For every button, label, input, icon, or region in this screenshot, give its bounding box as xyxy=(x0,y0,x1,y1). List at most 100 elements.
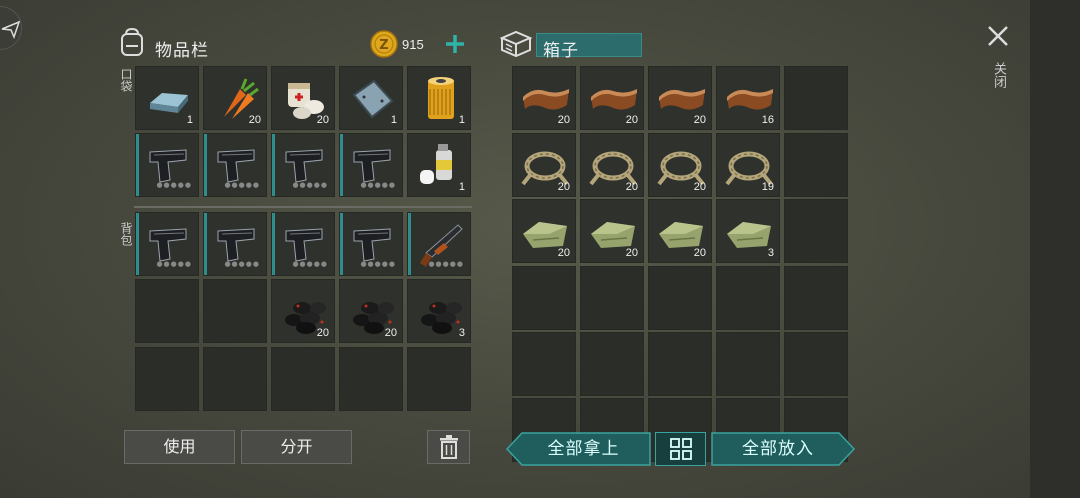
box-slot[interactable] xyxy=(512,332,576,396)
slot-accent xyxy=(340,213,343,275)
split-button[interactable]: 分开 xyxy=(241,430,352,464)
pocket-slot[interactable]: 1 xyxy=(135,66,199,130)
backpack-slot[interactable] xyxy=(135,347,199,411)
backpack-slot[interactable] xyxy=(203,279,267,343)
box-slot[interactable]: 20 xyxy=(580,199,644,263)
pocket-slot[interactable]: ●●●●● xyxy=(339,133,403,197)
box-slot[interactable]: 3 xyxy=(716,199,780,263)
backpack-label: 背包 xyxy=(119,222,133,246)
backpack-slot[interactable] xyxy=(339,347,403,411)
backpack-slot[interactable] xyxy=(203,347,267,411)
box-slot[interactable] xyxy=(716,332,780,396)
box-slot[interactable] xyxy=(580,266,644,330)
item-quantity: 1 xyxy=(186,114,193,126)
backpack-slot[interactable]: 20 xyxy=(271,279,335,343)
box-icon xyxy=(499,30,533,58)
backpack-slot[interactable]: 3 xyxy=(407,279,471,343)
item-quantity: 20 xyxy=(384,327,397,339)
durability-dots: ●●●●● xyxy=(156,181,192,189)
backpack-slot[interactable]: 20 xyxy=(339,279,403,343)
slot-accent xyxy=(204,134,207,196)
backpack-slot[interactable]: ●●●●● xyxy=(271,212,335,276)
item-quantity: 16 xyxy=(761,114,774,126)
box-slot[interactable] xyxy=(580,332,644,396)
durability-dots: ●●●●● xyxy=(360,181,396,189)
item-quantity: 20 xyxy=(557,181,570,193)
backpack-slot[interactable]: ●●●●● xyxy=(339,212,403,276)
discard-button[interactable] xyxy=(427,430,470,464)
backpack-slot[interactable] xyxy=(135,279,199,343)
slot-accent xyxy=(136,213,139,275)
item-quantity: 20 xyxy=(557,114,570,126)
svg-text:Z: Z xyxy=(379,38,388,53)
item-quantity: 20 xyxy=(248,114,261,126)
box-slot[interactable]: 19 xyxy=(716,133,780,197)
box-slot[interactable] xyxy=(716,266,780,330)
box-slot[interactable]: 20 xyxy=(648,199,712,263)
item-quantity: 20 xyxy=(316,327,329,339)
pocket-slot[interactable]: ●●●●● xyxy=(271,133,335,197)
pocket-slot[interactable]: 1 xyxy=(407,133,471,197)
backpack-slot[interactable]: ●●●●● xyxy=(135,212,199,276)
item-quantity: 20 xyxy=(557,247,570,259)
pocket-slot[interactable]: 20 xyxy=(271,66,335,130)
item-quantity: 3 xyxy=(767,247,774,259)
backpack-slot[interactable] xyxy=(407,347,471,411)
box-slot[interactable]: 20 xyxy=(512,199,576,263)
box-slot[interactable]: 20 xyxy=(512,133,576,197)
box-slot[interactable]: 20 xyxy=(648,133,712,197)
box-slot[interactable] xyxy=(784,66,848,130)
box-grid-clip xyxy=(505,410,855,498)
durability-dots: ●●●●● xyxy=(224,181,260,189)
slot-accent xyxy=(408,213,411,275)
slot-accent xyxy=(340,134,343,196)
item-quantity: 20 xyxy=(625,181,638,193)
item-quantity: 20 xyxy=(693,247,706,259)
section-divider xyxy=(134,206,472,208)
menu-corner-button[interactable] xyxy=(0,6,22,50)
durability-dots: ●●●●● xyxy=(156,260,192,268)
item-quantity: 19 xyxy=(761,181,774,193)
pocket-slot[interactable]: ●●●●● xyxy=(203,133,267,197)
close-icon[interactable] xyxy=(986,24,1010,48)
coin-count: 915 xyxy=(402,37,424,52)
box-slot[interactable] xyxy=(784,266,848,330)
box-slot[interactable]: 20 xyxy=(580,66,644,130)
backpack-slot[interactable]: ●●●●● xyxy=(203,212,267,276)
box-slot[interactable] xyxy=(512,266,576,330)
slot-accent xyxy=(136,134,139,196)
box-slot[interactable] xyxy=(784,332,848,396)
send-icon xyxy=(1,20,21,39)
item-quantity: 1 xyxy=(458,114,465,126)
box-title: 箱子 xyxy=(543,41,579,61)
box-slot[interactable]: 20 xyxy=(512,66,576,130)
box-slot[interactable]: 20 xyxy=(580,133,644,197)
backpack-icon xyxy=(121,27,143,56)
add-coins-icon[interactable] xyxy=(444,33,466,55)
pocket-slot[interactable]: 20 xyxy=(203,66,267,130)
box-slot[interactable] xyxy=(648,332,712,396)
box-slot[interactable] xyxy=(784,133,848,197)
box-slot[interactable]: 16 xyxy=(716,66,780,130)
pocket-label: 口袋 xyxy=(119,68,133,92)
pocket-slot[interactable]: 1 xyxy=(407,66,471,130)
item-quantity: 3 xyxy=(458,327,465,339)
inventory-title: 物品栏 xyxy=(155,41,209,61)
durability-dots: ●●●●● xyxy=(428,260,464,268)
use-button[interactable]: 使用 xyxy=(124,430,235,464)
durability-dots: ●●●●● xyxy=(360,260,396,268)
close-label[interactable]: 关闭 xyxy=(989,62,1008,88)
durability-dots: ●●●●● xyxy=(224,260,260,268)
backpack-slot[interactable] xyxy=(271,347,335,411)
item-quantity: 20 xyxy=(316,114,329,126)
slot-accent xyxy=(204,213,207,275)
item-quantity: 20 xyxy=(625,247,638,259)
backpack-slot[interactable]: ●●●●● xyxy=(407,212,471,276)
pocket-slot[interactable]: 1 xyxy=(339,66,403,130)
pocket-slot[interactable]: ●●●●● xyxy=(135,133,199,197)
box-slot[interactable] xyxy=(784,199,848,263)
trash-icon xyxy=(440,435,458,459)
box-slot[interactable]: 20 xyxy=(648,66,712,130)
coin-icon: Z xyxy=(370,30,398,58)
box-slot[interactable] xyxy=(648,266,712,330)
